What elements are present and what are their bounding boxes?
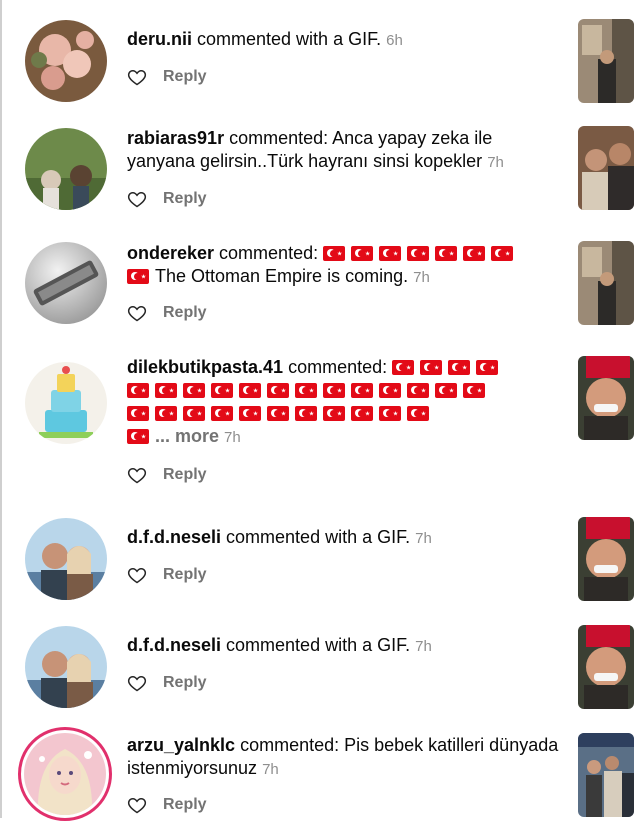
turkey-flag-icon [379, 406, 401, 421]
comment-text: d.f.d.neseli commented with a GIF. 7h [127, 526, 559, 550]
turkey-flag-icon [435, 246, 458, 261]
turkey-flag-icon [392, 360, 415, 375]
timestamp: 7h [224, 429, 241, 446]
comment-body: commented: [283, 357, 388, 377]
timestamp: 7h [413, 269, 430, 286]
turkey-flag-icon [127, 406, 149, 421]
username[interactable]: ondereker [127, 243, 214, 263]
username[interactable]: dilekbutikpasta.41 [127, 357, 283, 377]
turkey-flag-icon [267, 383, 289, 398]
turkey-flag-icon [127, 383, 149, 398]
timestamp: 6h [386, 32, 403, 49]
avatar[interactable] [25, 20, 107, 102]
turkey-flag-icon [351, 406, 373, 421]
timestamp: 7h [415, 530, 432, 547]
username[interactable]: arzu_yalnklc [127, 735, 235, 755]
turkey-flag-icon [407, 246, 430, 261]
timestamp: 7h [262, 761, 279, 778]
turkey-flag-icon [463, 383, 485, 398]
turkey-flag-icon [379, 246, 402, 261]
turkey-flag-icon [407, 383, 429, 398]
turkey-flag-icon [420, 360, 443, 375]
reply-button[interactable]: Reply [163, 190, 207, 208]
turkey-flag-icon [379, 383, 401, 398]
turkey-flag-icon [211, 383, 233, 398]
turkey-flag-icon [183, 406, 205, 421]
turkey-flag-icon [351, 246, 374, 261]
comment-body: commented: [214, 243, 319, 263]
turkey-flag-icon [295, 406, 317, 421]
avatar[interactable] [25, 242, 107, 324]
turkey-flag-icon [239, 383, 261, 398]
username[interactable]: deru.nii [127, 29, 192, 49]
heart-outline-icon[interactable] [127, 303, 147, 323]
comment-text: dilekbutikpasta.41 commented: ... more 7… [127, 356, 559, 449]
username[interactable]: d.f.d.neseli [127, 635, 221, 655]
comment-text: deru.nii commented with a GIF. 6h [127, 28, 559, 52]
avatar[interactable] [25, 518, 107, 600]
comment-text: d.f.d.neseli commented with a GIF. 7h [127, 634, 559, 658]
heart-outline-icon[interactable] [127, 465, 147, 485]
comment-body: commented with a GIF. [221, 635, 411, 655]
turkey-flag-icon [155, 383, 177, 398]
comment-body: commented with a GIF. [221, 527, 411, 547]
heart-outline-icon[interactable] [127, 673, 147, 693]
turkey-flag-icon [323, 406, 345, 421]
username[interactable]: d.f.d.neseli [127, 527, 221, 547]
reply-button[interactable]: Reply [163, 466, 207, 484]
heart-outline-icon[interactable] [127, 565, 147, 585]
comment-body: commented with a GIF. [192, 29, 382, 49]
post-thumbnail[interactable] [578, 356, 634, 440]
heart-outline-icon[interactable] [127, 67, 147, 87]
reply-button[interactable]: Reply [163, 674, 207, 692]
turkey-flag-icon [435, 383, 457, 398]
avatar[interactable] [25, 626, 107, 708]
turkey-flag-icon [448, 360, 471, 375]
comment-body: The Ottoman Empire is coming. [155, 266, 409, 286]
turkey-flag-icon [476, 360, 499, 375]
avatar-with-story-ring[interactable] [18, 727, 112, 821]
left-panel-border [0, 0, 2, 818]
reply-button[interactable]: Reply [163, 566, 207, 584]
username[interactable]: rabiaras91r [127, 128, 224, 148]
post-thumbnail[interactable] [578, 241, 634, 325]
turkey-flag-icon [407, 406, 429, 421]
timestamp: 7h [415, 638, 432, 655]
turkey-flag-icon [239, 406, 261, 421]
turkey-flag-icon [211, 406, 233, 421]
reply-button[interactable]: Reply [163, 796, 207, 814]
comment-text: arzu_yalnklc commented: Pis bebek katill… [127, 734, 559, 781]
post-thumbnail[interactable] [578, 19, 634, 103]
more-link[interactable]: ... more [155, 426, 219, 446]
turkey-flag-icon [155, 406, 177, 421]
comment-text: rabiaras91r commented: Anca yapay zeka i… [127, 127, 559, 174]
post-thumbnail[interactable] [578, 733, 634, 817]
timestamp: 7h [487, 154, 504, 171]
turkey-flag-icon [323, 383, 345, 398]
turkey-flag-icon [183, 383, 205, 398]
avatar[interactable] [25, 128, 107, 210]
comment-text: ondereker commented: The Ottoman Empire … [127, 242, 559, 289]
turkey-flag-icon [463, 246, 486, 261]
turkey-flag-icon [127, 429, 149, 444]
avatar[interactable] [25, 362, 107, 444]
turkey-flag-icon [295, 383, 317, 398]
heart-outline-icon[interactable] [127, 189, 147, 209]
post-thumbnail[interactable] [578, 625, 634, 709]
reply-button[interactable]: Reply [163, 68, 207, 86]
post-thumbnail[interactable] [578, 517, 634, 601]
turkey-flag-icon [267, 406, 289, 421]
post-thumbnail[interactable] [578, 126, 634, 210]
turkey-flag-icon [323, 246, 346, 261]
heart-outline-icon[interactable] [127, 795, 147, 815]
turkey-flag-icon [127, 269, 149, 284]
reply-button[interactable]: Reply [163, 304, 207, 322]
turkey-flag-icon [351, 383, 373, 398]
turkey-flag-icon [491, 246, 514, 261]
